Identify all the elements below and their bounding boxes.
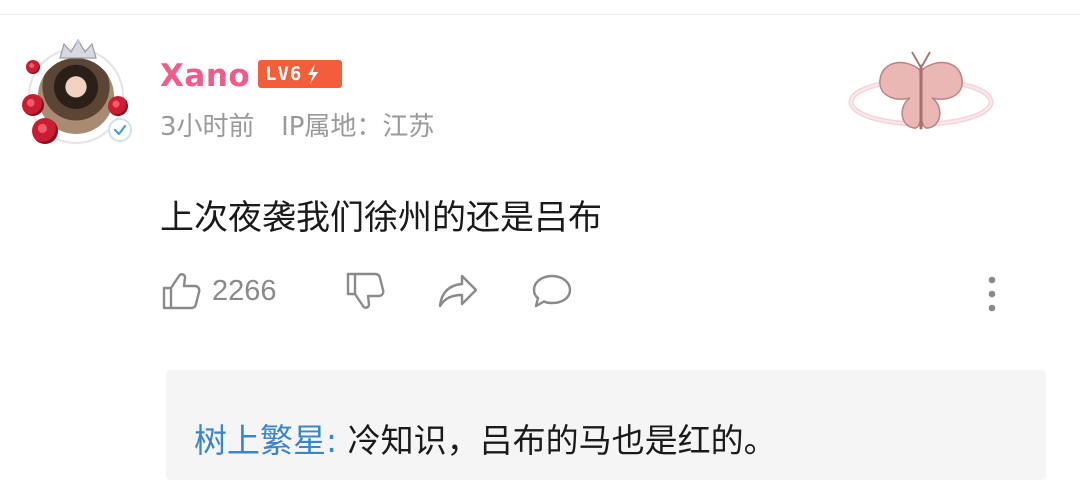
thumbs-up-icon (162, 273, 201, 310)
comment-time: 3小时前 (160, 112, 255, 142)
rose-decoration (32, 118, 58, 144)
comment-content: 上次夜袭我们徐州的还是吕布 (160, 198, 602, 238)
crown-icon (59, 38, 97, 59)
rose-decoration (22, 94, 44, 116)
username[interactable]: Xano (160, 58, 250, 94)
butterfly-pendant-icon (848, 51, 994, 130)
more-options-icon[interactable] (978, 272, 1006, 316)
avatar[interactable] (22, 38, 134, 150)
like-count: 2266 (212, 274, 277, 307)
reply-button[interactable] (530, 270, 574, 312)
share-icon (438, 274, 478, 308)
reply-text: 冷知识，吕布的马也是红的。 (347, 421, 777, 460)
reply-username[interactable]: 树上繁星 (194, 421, 326, 460)
verified-badge-icon (108, 118, 132, 142)
reply-preview[interactable]: 树上繁星: 冷知识，吕布的马也是红的。 (166, 370, 1046, 480)
reply-separator: : (326, 421, 348, 460)
rose-decoration (26, 60, 40, 74)
share-button[interactable] (436, 270, 480, 312)
level-label: LV6 (265, 63, 303, 85)
top-divider (0, 14, 1080, 15)
level-badge: LV6 (258, 60, 342, 88)
comment-meta: 3小时前 IP属地：江苏 (160, 106, 434, 143)
lightning-icon (308, 64, 319, 84)
like-button[interactable]: 2266 (160, 270, 277, 312)
dislike-button[interactable] (344, 270, 386, 312)
thumbs-down-icon (346, 272, 385, 309)
ip-location: IP属地：江苏 (281, 112, 435, 142)
comment-bubble-icon (532, 274, 572, 308)
rose-decoration (108, 96, 128, 116)
reply-line: 树上繁星: 冷知识，吕布的马也是红的。 (194, 414, 777, 462)
